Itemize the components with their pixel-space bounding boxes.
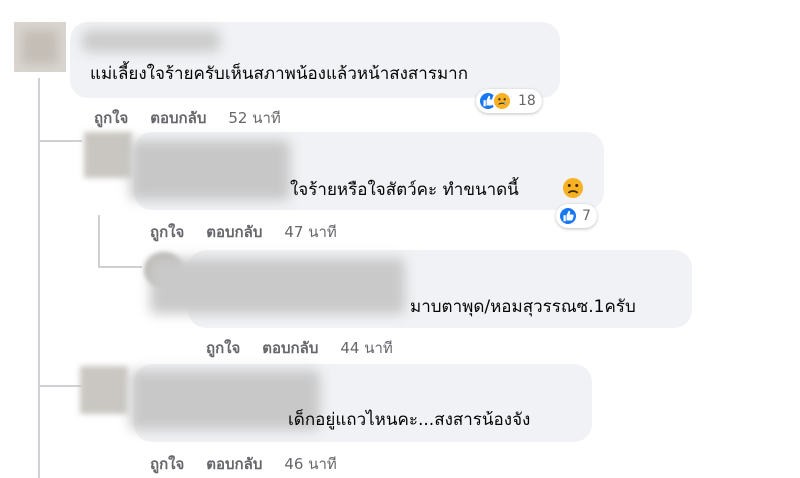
comment-text: มาบตาพุด/หอมสุวรรณซ.1ครับ xyxy=(410,297,636,317)
comment-actions: ถูกใจ ตอบกลับ 52 นาที xyxy=(94,106,303,130)
like-button[interactable]: ถูกใจ xyxy=(206,336,240,360)
like-icon xyxy=(558,206,578,226)
comment-actions: ถูกใจ ตอบกลับ 44 นาที xyxy=(206,336,415,360)
reply-button[interactable]: ตอบกลับ xyxy=(150,106,206,130)
thread-line-branch-1 xyxy=(38,140,82,142)
like-button[interactable]: ถูกใจ xyxy=(150,452,184,476)
reply-button[interactable]: ตอบกลับ xyxy=(206,452,262,476)
comment-text: แม่เลี้ยงใจร้ายครับเห็นสภาพน้องแล้วหน้าส… xyxy=(90,64,469,84)
timestamp[interactable]: 52 นาที xyxy=(228,106,280,130)
timestamp[interactable]: 44 นาที xyxy=(340,336,392,360)
avatar[interactable] xyxy=(80,366,128,414)
commenter-name-blurred xyxy=(150,258,405,314)
thread-line-branch-3 xyxy=(38,385,82,387)
commenter-name-blurred xyxy=(130,140,290,200)
reaction-summary[interactable]: 18 xyxy=(476,89,542,113)
comment-text: ใจร้ายหรือใจสัตว์คะ ทำขนาดนี้ xyxy=(290,180,519,200)
reply-button[interactable]: ตอบกลับ xyxy=(262,336,318,360)
comment-text: เด็กอยู่แถวไหนคะ...สงสารน้องจัง xyxy=(288,410,531,430)
comment-actions: ถูกใจ ตอบกลับ 46 นาที xyxy=(150,452,359,476)
comment-actions: ถูกใจ ตอบกลับ 47 นาที xyxy=(150,220,359,244)
like-button[interactable]: ถูกใจ xyxy=(150,220,184,244)
reply-button[interactable]: ตอบกลับ xyxy=(206,220,262,244)
like-button[interactable]: ถูกใจ xyxy=(94,106,128,130)
thread-line-main xyxy=(38,78,40,478)
avatar[interactable] xyxy=(14,22,66,72)
avatar[interactable] xyxy=(84,132,132,178)
sad-icon xyxy=(492,91,512,111)
reaction-summary[interactable]: 7 xyxy=(556,204,597,228)
reaction-count: 7 xyxy=(582,208,591,224)
timestamp[interactable]: 47 นาที xyxy=(284,220,336,244)
reaction-count: 18 xyxy=(518,93,536,109)
sad-face-emoji-icon xyxy=(563,178,583,198)
thread-line-reply xyxy=(98,215,100,267)
timestamp[interactable]: 46 นาที xyxy=(284,452,336,476)
commenter-name-blurred xyxy=(82,30,220,52)
thread-line-branch-2 xyxy=(98,266,142,268)
